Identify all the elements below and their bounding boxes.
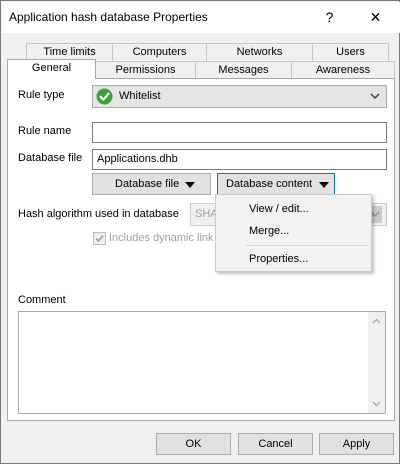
tab-networks[interactable]: Networks (206, 43, 313, 61)
menu-item-merge[interactable]: Merge... (218, 220, 368, 242)
rule-name-label: Rule name (18, 125, 72, 137)
scroll-up-icon[interactable] (372, 318, 381, 324)
whitelist-check-icon (96, 88, 113, 105)
comment-label: Comment (18, 294, 66, 306)
tab-general[interactable]: General (7, 59, 96, 79)
tab-awareness[interactable]: Awareness (291, 61, 395, 79)
scroll-down-icon[interactable] (372, 401, 381, 407)
database-file-button-label: Database file (115, 178, 180, 190)
database-content-menu: View / edit... Merge... Properties... (215, 194, 372, 272)
tab-permissions[interactable]: Permissions (95, 61, 196, 79)
ok-button[interactable]: OK (156, 433, 231, 455)
menu-item-properties[interactable]: Properties... (218, 248, 368, 270)
apply-button[interactable]: Apply (319, 433, 394, 455)
triangle-down-icon (185, 182, 195, 188)
menu-item-view-edit[interactable]: View / edit... (218, 198, 368, 220)
database-content-button[interactable]: Database content (217, 173, 335, 195)
tab-users[interactable]: Users (312, 43, 389, 61)
menu-separator (246, 245, 367, 246)
chevron-down-icon (370, 91, 380, 104)
include-dll-label: Includes dynamic link li (109, 232, 222, 244)
database-file-button[interactable]: Database file (92, 173, 211, 195)
help-icon: ? (325, 9, 334, 25)
database-content-button-label: Database content (226, 178, 313, 190)
help-button[interactable]: ? (307, 2, 352, 32)
tab-messages[interactable]: Messages (195, 61, 292, 79)
rule-type-label: Rule type (18, 89, 65, 101)
rule-type-select[interactable]: Whitelist (92, 85, 387, 108)
close-button[interactable]: ✕ (353, 2, 398, 32)
rule-name-input[interactable] (92, 122, 387, 143)
rule-type-value: Whitelist (119, 90, 161, 102)
checkmark-icon (95, 234, 104, 243)
close-icon: ✕ (369, 8, 382, 25)
include-dll-checkbox[interactable] (93, 232, 106, 245)
properties-dialog: Application hash database Properties ? ✕… (0, 0, 400, 464)
triangle-down-icon (319, 182, 329, 188)
window-title: Application hash database Properties (9, 10, 208, 24)
tab-computers[interactable]: Computers (112, 43, 207, 61)
comment-textarea[interactable] (18, 311, 386, 414)
cancel-button[interactable]: Cancel (238, 433, 313, 455)
hash-algorithm-label: Hash algorithm used in database (18, 208, 179, 220)
comment-scrollbar[interactable] (368, 312, 385, 413)
database-file-input[interactable]: Applications.dhb (92, 149, 387, 170)
database-file-label: Database file (18, 152, 83, 164)
